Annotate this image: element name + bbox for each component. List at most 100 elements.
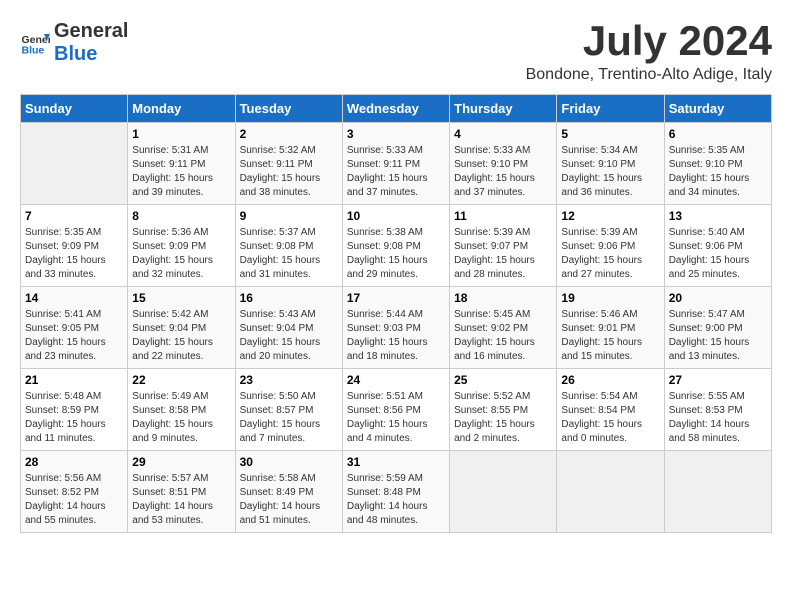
day-info: Sunrise: 5:44 AM Sunset: 9:03 PM Dayligh… xyxy=(347,308,445,364)
calendar-cell: 21 Sunrise: 5:48 AM Sunset: 8:59 PM Dayli… xyxy=(21,369,128,451)
day-number: 24 xyxy=(347,373,445,387)
day-info: Sunrise: 5:46 AM Sunset: 9:01 PM Dayligh… xyxy=(561,308,659,364)
calendar-cell xyxy=(664,451,771,533)
calendar-week-row: 28 Sunrise: 5:56 AM Sunset: 8:52 PM Dayli… xyxy=(21,451,772,533)
day-info: Sunrise: 5:43 AM Sunset: 9:04 PM Dayligh… xyxy=(240,308,338,364)
logo: General Blue General Blue xyxy=(20,20,128,66)
day-header-monday: Monday xyxy=(128,95,235,123)
day-header-tuesday: Tuesday xyxy=(235,95,342,123)
day-number: 23 xyxy=(240,373,338,387)
day-info: Sunrise: 5:33 AM Sunset: 9:11 PM Dayligh… xyxy=(347,144,445,200)
day-number: 10 xyxy=(347,209,445,223)
day-info: Sunrise: 5:49 AM Sunset: 8:58 PM Dayligh… xyxy=(132,390,230,446)
calendar-header-row: SundayMondayTuesdayWednesdayThursdayFrid… xyxy=(21,95,772,123)
day-info: Sunrise: 5:42 AM Sunset: 9:04 PM Dayligh… xyxy=(132,308,230,364)
day-info: Sunrise: 5:40 AM Sunset: 9:06 PM Dayligh… xyxy=(669,226,767,282)
day-number: 25 xyxy=(454,373,552,387)
day-number: 29 xyxy=(132,455,230,469)
calendar-cell: 25 Sunrise: 5:52 AM Sunset: 8:55 PM Dayli… xyxy=(450,369,557,451)
day-info: Sunrise: 5:34 AM Sunset: 9:10 PM Dayligh… xyxy=(561,144,659,200)
calendar-cell: 5 Sunrise: 5:34 AM Sunset: 9:10 PM Daylig… xyxy=(557,123,664,205)
calendar-cell: 23 Sunrise: 5:50 AM Sunset: 8:57 PM Dayli… xyxy=(235,369,342,451)
day-info: Sunrise: 5:51 AM Sunset: 8:56 PM Dayligh… xyxy=(347,390,445,446)
calendar-cell: 28 Sunrise: 5:56 AM Sunset: 8:52 PM Dayli… xyxy=(21,451,128,533)
calendar-cell: 18 Sunrise: 5:45 AM Sunset: 9:02 PM Dayli… xyxy=(450,287,557,369)
day-number: 2 xyxy=(240,127,338,141)
logo-icon: General Blue xyxy=(20,28,50,58)
day-info: Sunrise: 5:48 AM Sunset: 8:59 PM Dayligh… xyxy=(25,390,123,446)
day-info: Sunrise: 5:50 AM Sunset: 8:57 PM Dayligh… xyxy=(240,390,338,446)
calendar-cell: 4Sunrise: 5:33 AM Sunset: 9:10 PM Daylig… xyxy=(450,123,557,205)
location-title: Bondone, Trentino-Alto Adige, Italy xyxy=(526,66,772,84)
day-number: 14 xyxy=(25,291,123,305)
day-info: Sunrise: 5:45 AM Sunset: 9:02 PM Dayligh… xyxy=(454,308,552,364)
calendar-cell: 29 Sunrise: 5:57 AM Sunset: 8:51 PM Dayli… xyxy=(128,451,235,533)
day-number: 16 xyxy=(240,291,338,305)
calendar-cell: 3 Sunrise: 5:33 AM Sunset: 9:11 PM Daylig… xyxy=(342,123,449,205)
day-info: Sunrise: 5:41 AM Sunset: 9:05 PM Dayligh… xyxy=(25,308,123,364)
header: General Blue General Blue July 2024 Bond… xyxy=(20,20,772,84)
calendar-cell: 27Sunrise: 5:55 AM Sunset: 8:53 PM Dayli… xyxy=(664,369,771,451)
day-number: 22 xyxy=(132,373,230,387)
day-info: Sunrise: 5:59 AM Sunset: 8:48 PM Dayligh… xyxy=(347,472,445,528)
calendar-cell: 15 Sunrise: 5:42 AM Sunset: 9:04 PM Dayli… xyxy=(128,287,235,369)
day-info: Sunrise: 5:56 AM Sunset: 8:52 PM Dayligh… xyxy=(25,472,123,528)
calendar-cell: 14 Sunrise: 5:41 AM Sunset: 9:05 PM Dayli… xyxy=(21,287,128,369)
calendar-cell: 6Sunrise: 5:35 AM Sunset: 9:10 PM Daylig… xyxy=(664,123,771,205)
title-area: July 2024 Bondone, Trentino-Alto Adige, … xyxy=(526,20,772,84)
day-info: Sunrise: 5:32 AM Sunset: 9:11 PM Dayligh… xyxy=(240,144,338,200)
logo-blue: Blue xyxy=(54,43,97,65)
day-info: Sunrise: 5:39 AM Sunset: 9:06 PM Dayligh… xyxy=(561,226,659,282)
calendar-cell: 1 Sunrise: 5:31 AM Sunset: 9:11 PM Daylig… xyxy=(128,123,235,205)
calendar-cell xyxy=(450,451,557,533)
svg-text:Blue: Blue xyxy=(22,45,45,57)
day-number: 21 xyxy=(25,373,123,387)
day-info: Sunrise: 5:39 AM Sunset: 9:07 PM Dayligh… xyxy=(454,226,552,282)
day-number: 8 xyxy=(132,209,230,223)
day-number: 17 xyxy=(347,291,445,305)
day-number: 3 xyxy=(347,127,445,141)
day-info: Sunrise: 5:58 AM Sunset: 8:49 PM Dayligh… xyxy=(240,472,338,528)
day-info: Sunrise: 5:31 AM Sunset: 9:11 PM Dayligh… xyxy=(132,144,230,200)
day-info: Sunrise: 5:38 AM Sunset: 9:08 PM Dayligh… xyxy=(347,226,445,282)
day-header-wednesday: Wednesday xyxy=(342,95,449,123)
calendar-cell: 16 Sunrise: 5:43 AM Sunset: 9:04 PM Dayli… xyxy=(235,287,342,369)
calendar-cell: 11Sunrise: 5:39 AM Sunset: 9:07 PM Dayli… xyxy=(450,205,557,287)
calendar-cell: 20Sunrise: 5:47 AM Sunset: 9:00 PM Dayli… xyxy=(664,287,771,369)
day-info: Sunrise: 5:57 AM Sunset: 8:51 PM Dayligh… xyxy=(132,472,230,528)
calendar-cell: 19 Sunrise: 5:46 AM Sunset: 9:01 PM Dayli… xyxy=(557,287,664,369)
day-number: 31 xyxy=(347,455,445,469)
day-info: Sunrise: 5:36 AM Sunset: 9:09 PM Dayligh… xyxy=(132,226,230,282)
calendar-week-row: 21 Sunrise: 5:48 AM Sunset: 8:59 PM Dayli… xyxy=(21,369,772,451)
month-title: July 2024 xyxy=(526,20,772,62)
calendar-cell: 26 Sunrise: 5:54 AM Sunset: 8:54 PM Dayli… xyxy=(557,369,664,451)
calendar-cell xyxy=(557,451,664,533)
day-number: 19 xyxy=(561,291,659,305)
day-number: 18 xyxy=(454,291,552,305)
day-header-saturday: Saturday xyxy=(664,95,771,123)
calendar-week-row: 7Sunrise: 5:35 AM Sunset: 9:09 PM Daylig… xyxy=(21,205,772,287)
day-info: Sunrise: 5:35 AM Sunset: 9:10 PM Dayligh… xyxy=(669,144,767,200)
day-number: 4 xyxy=(454,127,552,141)
calendar-body: 1 Sunrise: 5:31 AM Sunset: 9:11 PM Daylig… xyxy=(21,123,772,533)
day-info: Sunrise: 5:54 AM Sunset: 8:54 PM Dayligh… xyxy=(561,390,659,446)
calendar-cell: 30Sunrise: 5:58 AM Sunset: 8:49 PM Dayli… xyxy=(235,451,342,533)
day-number: 28 xyxy=(25,455,123,469)
calendar-cell: 8 Sunrise: 5:36 AM Sunset: 9:09 PM Daylig… xyxy=(128,205,235,287)
calendar-cell: 13Sunrise: 5:40 AM Sunset: 9:06 PM Dayli… xyxy=(664,205,771,287)
day-number: 12 xyxy=(561,209,659,223)
calendar-cell: 12 Sunrise: 5:39 AM Sunset: 9:06 PM Dayli… xyxy=(557,205,664,287)
calendar-cell: 10 Sunrise: 5:38 AM Sunset: 9:08 PM Dayli… xyxy=(342,205,449,287)
day-number: 1 xyxy=(132,127,230,141)
day-number: 26 xyxy=(561,373,659,387)
calendar-cell: 24 Sunrise: 5:51 AM Sunset: 8:56 PM Dayli… xyxy=(342,369,449,451)
day-number: 15 xyxy=(132,291,230,305)
calendar-week-row: 1 Sunrise: 5:31 AM Sunset: 9:11 PM Daylig… xyxy=(21,123,772,205)
calendar-cell: 17 Sunrise: 5:44 AM Sunset: 9:03 PM Dayli… xyxy=(342,287,449,369)
day-info: Sunrise: 5:52 AM Sunset: 8:55 PM Dayligh… xyxy=(454,390,552,446)
calendar-cell: 2 Sunrise: 5:32 AM Sunset: 9:11 PM Daylig… xyxy=(235,123,342,205)
calendar-cell: 7Sunrise: 5:35 AM Sunset: 9:09 PM Daylig… xyxy=(21,205,128,287)
calendar-table: SundayMondayTuesdayWednesdayThursdayFrid… xyxy=(20,94,772,533)
calendar-cell: 31 Sunrise: 5:59 AM Sunset: 8:48 PM Dayli… xyxy=(342,451,449,533)
day-number: 5 xyxy=(561,127,659,141)
